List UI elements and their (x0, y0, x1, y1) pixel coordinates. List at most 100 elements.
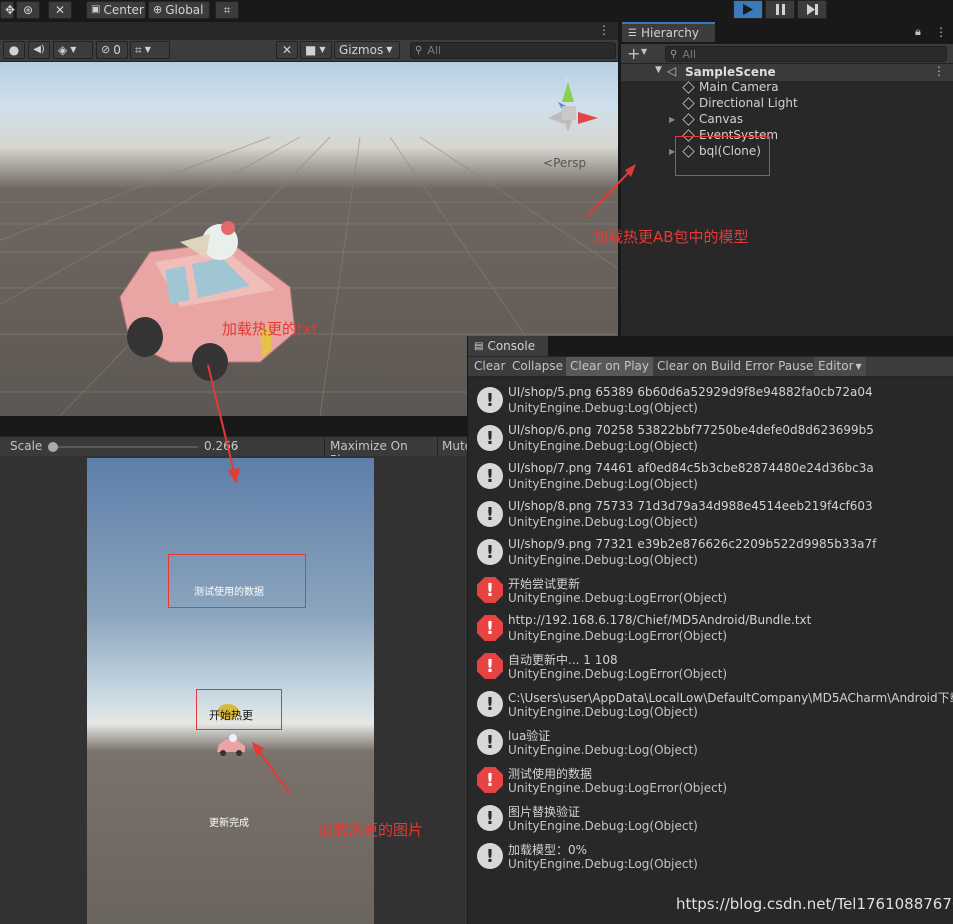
info-icon: ! (477, 729, 503, 755)
chevron-down-icon: ▼ (319, 45, 326, 54)
console-log-entry[interactable]: ! http://192.168.6.178/Chief/MD5Android/B… (468, 610, 953, 648)
scene-row[interactable]: ▼ ◁ SampleScene ⋮ (621, 64, 953, 81)
chevron-down-icon[interactable]: ▼ (641, 47, 647, 56)
scale-slider-handle[interactable] (48, 442, 58, 452)
expand-arrow-icon[interactable]: ▼ (655, 65, 662, 75)
hierarchy-item-main-camera[interactable]: Main Camera (682, 79, 779, 95)
log-message: 加载模型：0% (508, 843, 588, 857)
scene-visibility-button[interactable]: ⊘ 0 (96, 41, 128, 59)
log-message: UI/shop/7.png 74461 af0ed84c5b3cbe828744… (508, 461, 874, 475)
search-icon: ⚲ (670, 48, 678, 60)
collapse-button[interactable]: Collapse (508, 357, 567, 376)
tab-console[interactable]: ▤ Console (468, 336, 548, 356)
custom-tool-button[interactable]: ✕ (48, 1, 72, 19)
log-message: lua验证 (508, 729, 551, 743)
console-log-entry[interactable]: ! 图片替换验证 UnityEngine.Debug:Log(Object) (468, 800, 953, 838)
clear-button[interactable]: Clear (470, 357, 509, 376)
log-message: 图片替换验证 (508, 805, 581, 819)
console-log-entry[interactable]: ! C:\Users\user\AppData\LocalLow\DefaultC… (468, 686, 953, 724)
car-model[interactable] (110, 212, 310, 382)
annotation-arrow (207, 364, 240, 484)
info-icon: ! (477, 539, 503, 565)
maximize-on-play-toggle[interactable]: Maximize On Play (324, 437, 436, 467)
console-log-entry[interactable]: ! UI/shop/9.png 77321 e39b2e876626c2209b5… (468, 534, 953, 572)
scene-search-input[interactable]: ⚲ All (410, 42, 616, 59)
globe-icon: ⊕ (153, 3, 163, 16)
editor-dropdown[interactable]: Editor ▼ (814, 357, 866, 376)
console-log-entry[interactable]: ! UI/shop/8.png 75733 71d3d79a34d988e4514… (468, 496, 953, 534)
pivot-toggle-button[interactable]: ▣ Center (86, 1, 146, 19)
scene-tab-bar: ⋮ (0, 22, 618, 40)
error-icon: ! (477, 767, 503, 793)
error-icon: ! (477, 615, 503, 641)
console-log-entry[interactable]: ! 开始尝试更新 UnityEngine.Debug:LogError(Object… (468, 572, 953, 610)
list-icon: ☰ (628, 27, 637, 39)
clear-on-play-toggle[interactable]: Clear on Play (566, 357, 653, 376)
grid-snap-button[interactable]: ⌗ (215, 1, 239, 19)
grid-snap-icon: ⌗ (223, 3, 231, 17)
kebab-menu-icon[interactable]: ⋮ (598, 23, 610, 37)
kebab-menu-icon[interactable]: ⋮ (933, 64, 945, 78)
scene-search-placeholder: All (427, 44, 441, 57)
error-pause-toggle[interactable]: Error Pause (741, 357, 817, 376)
annotation-arrow (585, 164, 636, 218)
search-icon: ⚲ (415, 45, 423, 56)
txt-annotation: 加载热更的txt (222, 320, 318, 338)
info-icon: ! (477, 805, 503, 831)
lock-icon[interactable]: 🔒︎ (915, 25, 921, 39)
grid-dropdown[interactable]: ⌗ ▼ (130, 41, 170, 59)
camera-dropdown[interactable]: ■ ▼ (300, 41, 332, 59)
log-stack-trace: UnityEngine.Debug:Log(Object) (508, 857, 698, 871)
log-message: UI/shop/6.png 70258 53822bbf77250be4defe… (508, 423, 874, 437)
log-stack-trace: UnityEngine.Debug:LogError(Object) (508, 667, 728, 681)
rotate-tool-button[interactable]: ⊛ (16, 1, 40, 19)
console-log-entry[interactable]: ! 加载模型：0% UnityEngine.Debug:Log(Object) (468, 838, 953, 876)
gameobject-icon (682, 112, 695, 126)
svg-text:x: x (598, 109, 604, 119)
chevron-down-icon: ▼ (386, 45, 393, 54)
hand-tool-button[interactable]: ✥ (0, 1, 15, 19)
log-message: UI/shop/5.png 65389 6b60d6a52929d9f8e948… (508, 385, 873, 399)
wrench-icon: ✕ (54, 3, 66, 17)
gameobject-icon (682, 96, 695, 110)
main-toolbar: ✥ ⊛ ✕ ▣ Center ⊕ Global ⌗ (0, 0, 953, 22)
console-log-entry[interactable]: ! lua验证 UnityEngine.Debug:Log(Object) (468, 724, 953, 762)
gizmos-dropdown[interactable]: Gizmos ▼ (334, 41, 400, 59)
persp-label[interactable]: <Persp (543, 156, 586, 170)
eye-slash-icon: ⊘ (101, 43, 111, 56)
log-message: 开始尝试更新 (508, 577, 581, 591)
orientation-gizmo[interactable]: y x (538, 72, 608, 142)
effects-dropdown[interactable]: ◈ ▼ (53, 41, 93, 59)
space-toggle-button[interactable]: ⊕ Global (148, 1, 210, 19)
add-button[interactable]: + (627, 44, 640, 63)
kebab-menu-icon[interactable]: ⋮ (935, 25, 947, 39)
lighting-toggle-button[interactable]: ● (3, 41, 25, 59)
audio-toggle-button[interactable]: ◀) (28, 41, 50, 59)
hierarchy-item-canvas[interactable]: ▶ Canvas (669, 111, 743, 127)
pivot-label: Center (103, 3, 144, 17)
console-log-entry[interactable]: ! UI/shop/7.png 74461 af0ed84c5b3cbe82874… (468, 458, 953, 496)
log-stack-trace: UnityEngine.Debug:LogError(Object) (508, 781, 728, 795)
hierarchy-item-directional-light[interactable]: Directional Light (682, 95, 798, 111)
clear-on-build-toggle[interactable]: Clear on Build (653, 357, 745, 376)
tools-button[interactable]: ✕ (276, 41, 298, 59)
pause-button[interactable] (765, 0, 795, 19)
bql-clone-highlight (675, 136, 770, 176)
console-log-entry[interactable]: ! 自动更新中... 1 108 UnityEngine.Debug:LogErro… (468, 648, 953, 686)
console-log-list[interactable]: ! UI/shop/5.png 65389 6b60d6a52929d9f8e94… (468, 382, 953, 924)
log-stack-trace: UnityEngine.Debug:Log(Object) (508, 439, 698, 453)
play-button[interactable] (733, 0, 763, 19)
scale-slider[interactable] (48, 442, 198, 452)
console-log-entry[interactable]: ! UI/shop/5.png 65389 6b60d6a52929d9f8e94… (468, 382, 953, 420)
hierarchy-search-placeholder: All (682, 47, 696, 61)
hierarchy-search-input[interactable]: ⚲ All (665, 46, 947, 62)
info-icon: ! (477, 425, 503, 451)
step-button[interactable] (797, 0, 827, 19)
error-icon: ! (477, 653, 503, 679)
console-log-entry[interactable]: ! UI/shop/6.png 70258 53822bbf77250be4def… (468, 420, 953, 458)
svg-text:y: y (564, 73, 570, 83)
console-log-entry[interactable]: ! 测试使用的数据 UnityEngine.Debug:LogError(Objec… (468, 762, 953, 800)
data-text-highlight (168, 554, 306, 608)
tab-hierarchy[interactable]: ☰ Hierarchy (622, 22, 715, 42)
scale-label: Scale (10, 439, 43, 453)
